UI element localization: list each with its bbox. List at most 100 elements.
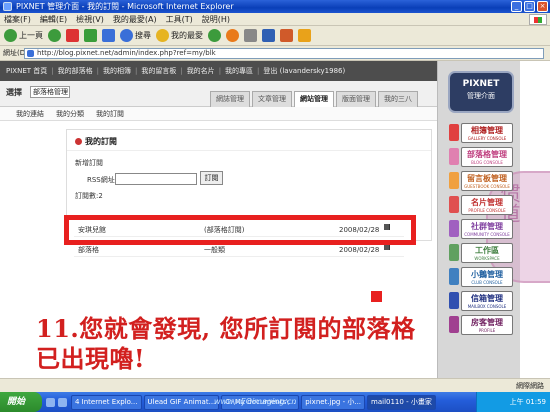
nav-home[interactable]: PIXNET 首頁 [6,61,47,81]
task-paint-2[interactable]: mail0110 - 小畫家 [367,394,436,410]
site-watermark: www.nEOimaging.cn [214,397,297,406]
sidebar-item[interactable]: 社群管理 COMMUNITY CONSOLE [461,219,513,239]
caption-line-1: 11.您就會發現, 您所訂閱的部落格 [36,314,416,343]
start-button[interactable]: 開始 [0,392,42,412]
stop-icon[interactable] [66,29,79,42]
menu-file[interactable]: 檔案(F) [4,13,31,25]
sidebar-item-label: 信箱管理 [471,294,503,303]
menu-tools[interactable]: 工具(T) [166,13,193,25]
select-label: 選擇 [6,88,22,97]
subnav-categories[interactable]: 我的分類 [56,107,84,120]
task-ie[interactable]: 4 Internet Explo... [71,394,142,410]
header-band: 選擇 部落格管理 網誌管理 文章管理 網站管理 版面管理 我的三八 [0,81,437,107]
search-button[interactable]: 搜尋 [120,29,151,42]
edit-icon[interactable] [262,29,275,42]
tab-blog-manage[interactable]: 網誌管理 [210,91,250,107]
console-select[interactable]: 部落格管理 [30,86,70,98]
ie-quick-icon[interactable] [46,397,55,407]
row-category: 一般類 [204,246,225,254]
mail-icon[interactable] [226,29,239,42]
caption-line-2: 已出現嚕! [36,344,146,373]
sidebar-item[interactable]: 留言板管理 GUESTBOOK CONSOLE [461,171,513,191]
menu-view[interactable]: 檢視(V) [76,13,104,25]
system-tray: 上午 01:59 [476,392,550,412]
subscribe-button[interactable]: 訂閱 [200,171,223,185]
sidebar-item-label: 社群管理 [471,222,503,231]
new-subscription-label: 新增訂閱 [75,159,103,167]
nav-blog[interactable]: 我的部落格 [58,61,93,81]
sidebar-item-label: 相簿管理 [471,126,503,135]
nav-album[interactable]: 我的相簿 [103,61,131,81]
status-bar: 網際網路 [0,378,550,392]
desktop-quick-icon[interactable] [58,397,67,407]
menu-edit[interactable]: 編輯(E) [40,13,67,25]
back-arrow-icon [4,29,17,42]
task-paint-1[interactable]: pixnet.jpg - 小... [301,394,366,410]
tab-article-manage[interactable]: 文章管理 [252,91,292,107]
address-bar: 網址(D) http://blog.pixnet.net/admin/index… [0,46,550,61]
sidebar-item[interactable]: 小鵝管理 CLUB CONSOLE [461,267,513,287]
maximize-button[interactable]: □ [524,1,535,12]
nav-guestbook[interactable]: 我的留言板 [141,61,176,81]
sidebar-badge-icon [449,124,459,141]
pixnet-logo[interactable]: PIXNET 管理介面 [448,71,514,113]
window-title-bar: PIXNET 管理介面 - 我的訂閱 - Microsoft Internet … [0,0,550,13]
panel-title: 我的訂閱 [75,136,117,147]
status-zone: 網際網路 [516,382,544,390]
sidebar-item-sublabel: GALLERY CONSOLE [467,136,507,141]
nav-card[interactable]: 我的名片 [187,61,215,81]
back-button[interactable]: 上一頁 [4,29,43,42]
subnav-links[interactable]: 我的連結 [16,107,44,120]
sidebar-badge-icon [449,148,459,165]
print-icon[interactable] [244,29,257,42]
windows-logo-icon [529,14,547,25]
discuss-icon[interactable] [280,29,293,42]
menu-bar: 檔案(F) 編輯(E) 檢視(V) 我的最愛(A) 工具(T) 說明(H) [0,13,550,26]
subnav-subscriptions[interactable]: 我的訂閱 [96,107,124,120]
url-input[interactable]: http://blog.pixnet.net/admin/index.php?r… [24,48,544,59]
menu-favorites[interactable]: 我的最愛(A) [113,13,157,25]
red-marker [371,291,382,302]
home-icon[interactable] [102,29,115,42]
history-icon[interactable] [208,29,221,42]
sidebar-item[interactable]: 部落格管理 BLOG CONSOLE [461,147,513,167]
sidebar-badge-icon [449,220,459,237]
tab-site-manage[interactable]: 網站管理 [294,91,334,107]
close-button[interactable]: × [537,1,548,12]
tab-other[interactable]: 我的三八 [378,91,418,107]
sidebar-item-sublabel: PROFILE CONSOLE [468,208,506,213]
sidebar-badge-icon [449,292,459,309]
menu-help[interactable]: 說明(H) [202,13,230,25]
rss-url-input[interactable] [115,173,197,185]
task-ulead[interactable]: Ulead GIF Animat... [143,394,220,410]
sidebar-item[interactable]: 名片管理 PROFILE CONSOLE [461,195,513,215]
divider [67,150,431,151]
top-nav: PIXNET 首頁 | 我的部落格 | 我的相簿 | 我的留言板 | 我的名片 | 我的專… [0,61,437,81]
favorites-label: 我的最愛 [171,31,203,40]
sidebar-item-label: 名片管理 [471,198,503,207]
quick-launch [46,397,67,407]
sidebar-item-sublabel: WORKSPACE [474,256,500,261]
sidebar-badge-icon [449,196,459,213]
sidebar-item-label: 部落格管理 [467,150,507,159]
search-icon [120,29,133,42]
refresh-icon[interactable] [84,29,97,42]
nav-zone[interactable]: 我的專區 [225,61,253,81]
sidebar-item[interactable]: 信箱管理 MAILBOX CONSOLE [461,291,513,311]
sidebar-badge-icon [449,244,459,261]
star-icon [156,29,169,42]
messenger-icon[interactable] [298,29,311,42]
tab-layout-manage[interactable]: 版面管理 [336,91,376,107]
sidebar-item[interactable]: 相簿管理 GALLERY CONSOLE [461,123,513,143]
sidebar-badge-icon [449,172,459,189]
subscription-count: 訂閱數:2 [75,192,103,200]
window-title: PIXNET 管理介面 - 我的訂閱 - Microsoft Internet … [16,2,234,11]
forward-arrow-icon[interactable] [48,29,61,42]
nav-logout[interactable]: 登出 (lavandersky1986) [263,61,345,81]
favorites-button[interactable]: 我的最愛 [156,29,203,42]
table-row: 部落格 一般類 2008/02/28 [74,244,404,257]
sidebar-item[interactable]: 工作區 WORKSPACE [461,243,513,263]
minimize-button[interactable]: _ [511,1,522,12]
sub-nav: 我的連結 我的分類 我的訂閱 [0,107,437,121]
row-name[interactable]: 部落格 [78,244,99,257]
